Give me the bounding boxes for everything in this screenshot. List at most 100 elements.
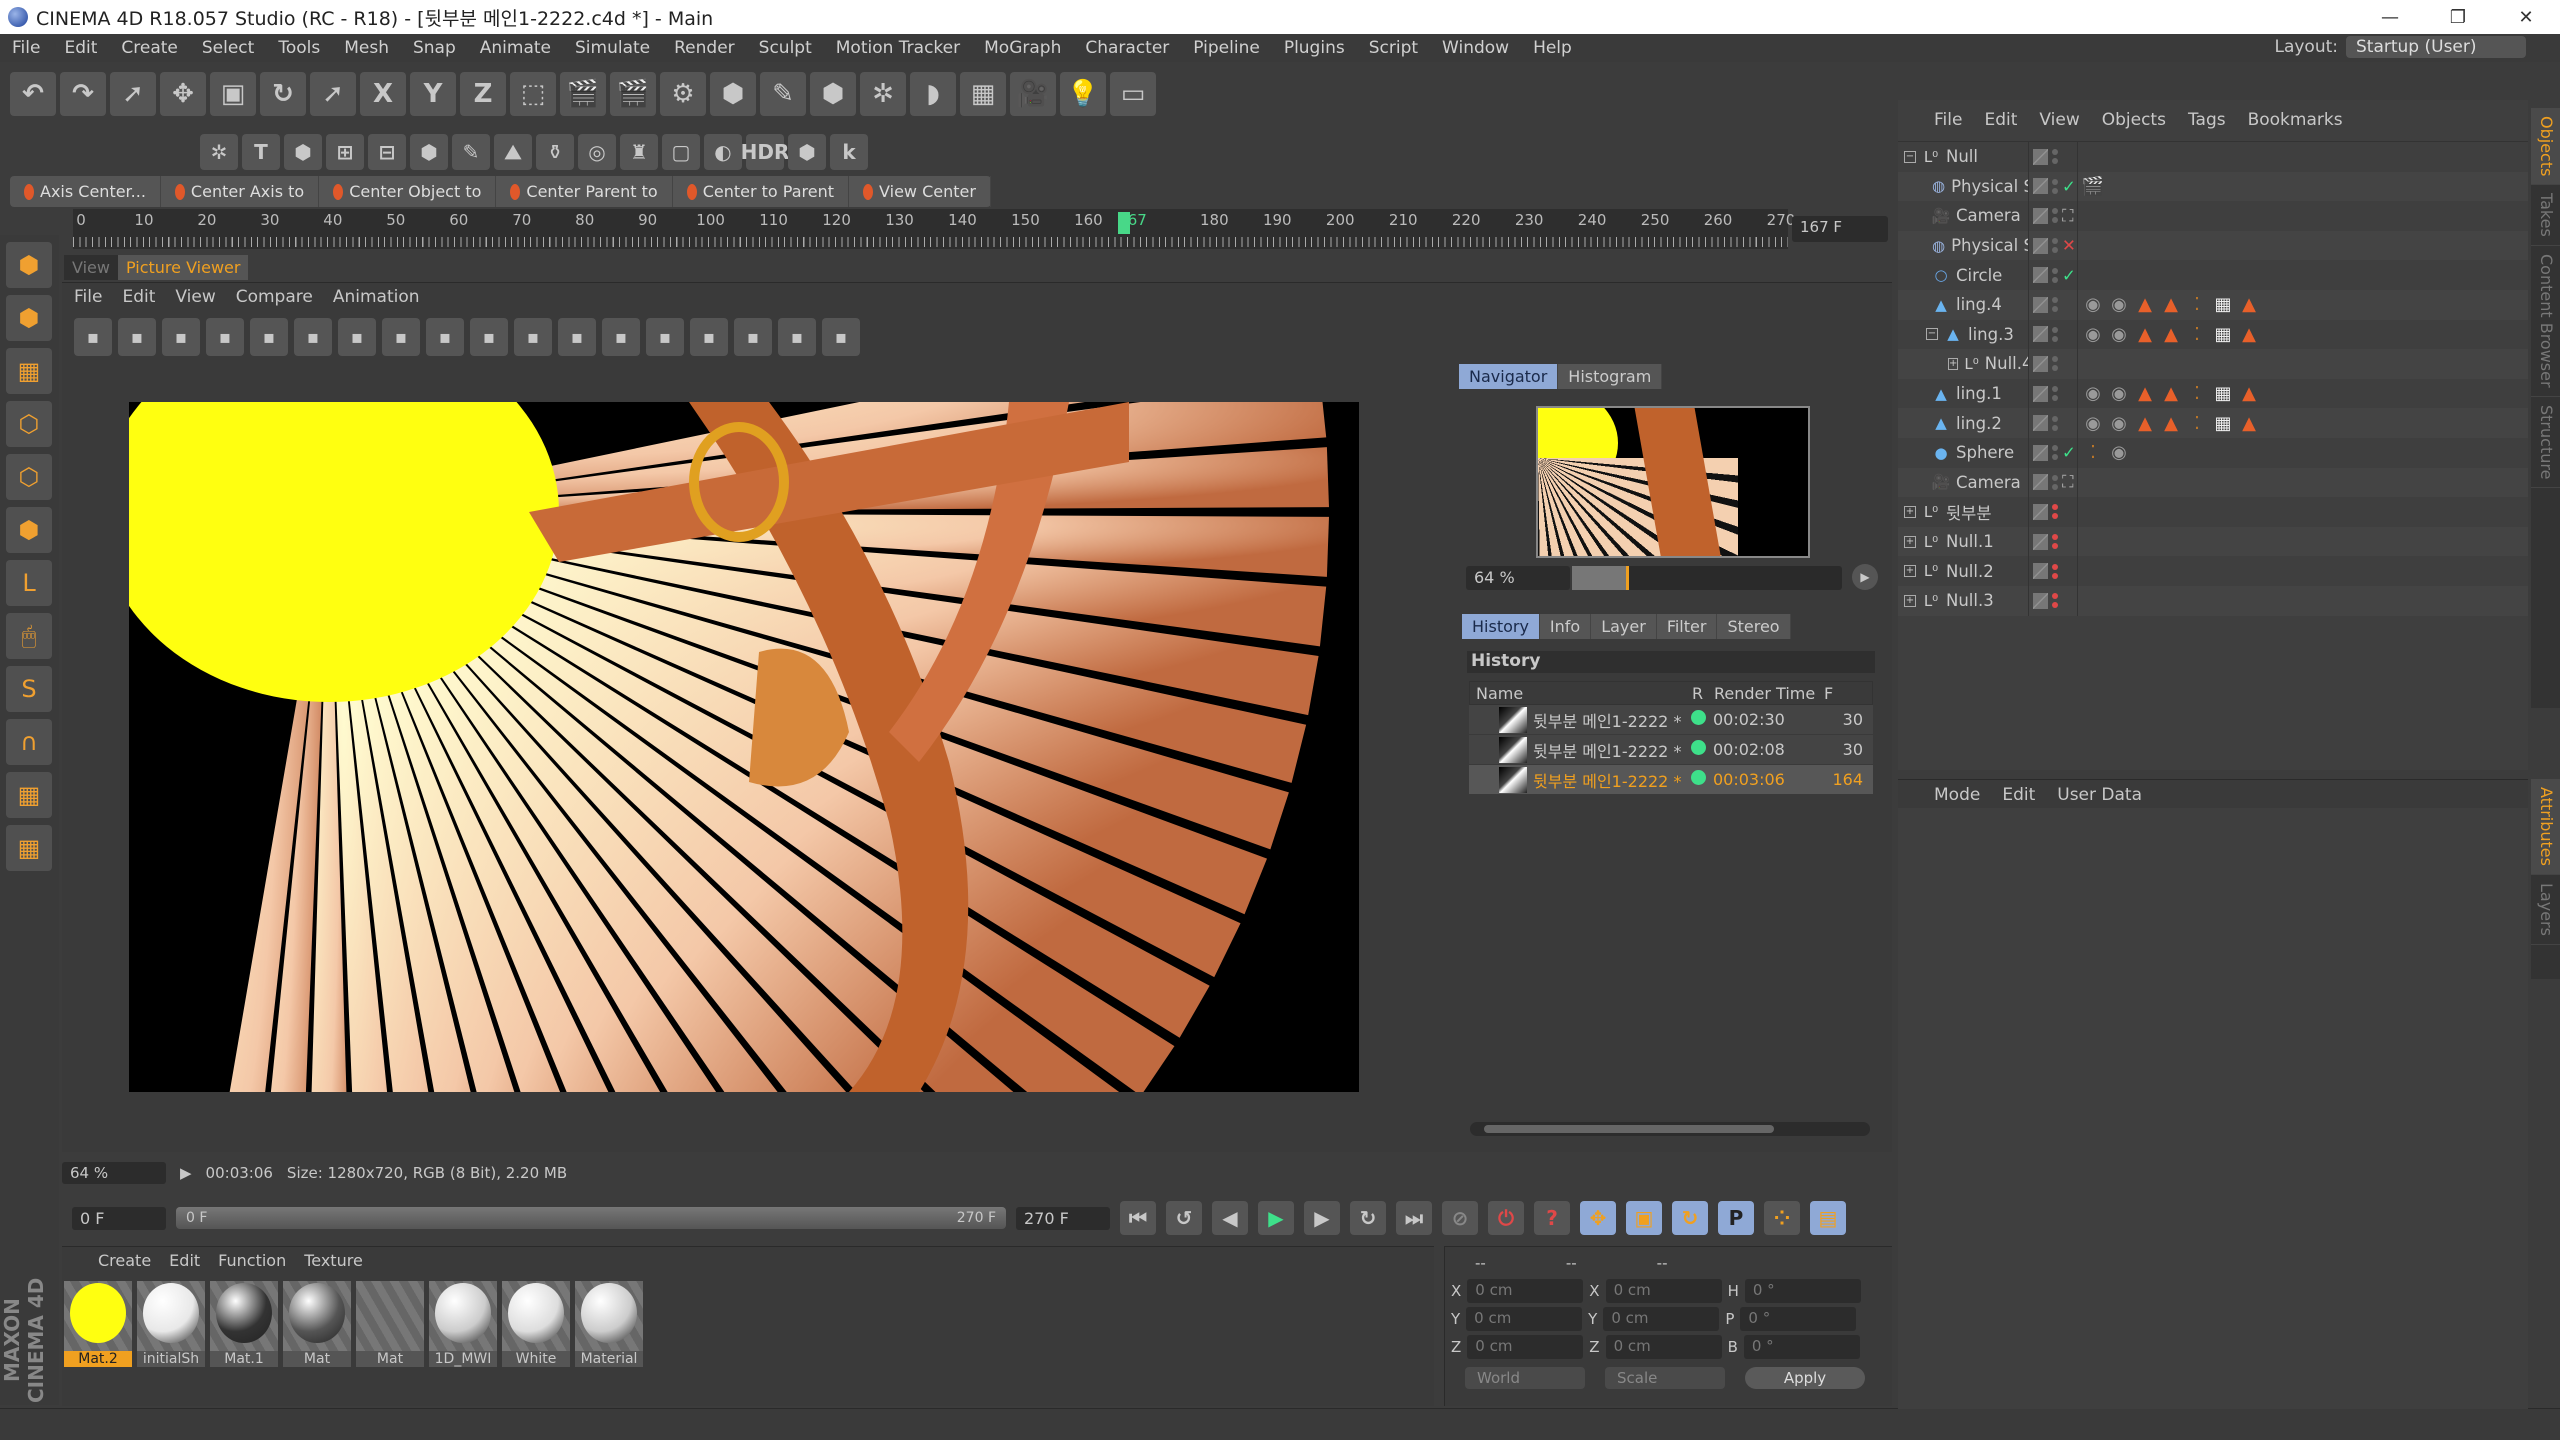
planar-workplane-icon[interactable]: ▦	[6, 825, 52, 871]
command-axis-center[interactable]: Axis Center...	[10, 176, 161, 207]
grid-icon[interactable]: ▪	[162, 318, 200, 356]
layout-select[interactable]: Startup (User)	[2346, 36, 2526, 58]
key-scale-icon[interactable]: ▣	[1626, 1201, 1662, 1235]
menu-animate[interactable]: Animate	[468, 38, 563, 58]
visibility-dots[interactable]	[2052, 415, 2058, 431]
disabled-x-icon[interactable]: ✕	[2062, 236, 2076, 255]
text-icon[interactable]: T	[242, 134, 280, 170]
menu-window[interactable]: Window	[1430, 38, 1521, 58]
menu-select[interactable]: Select	[190, 38, 266, 58]
ab-split-icon[interactable]: ▪	[558, 318, 596, 356]
menu-create[interactable]: Create	[109, 38, 190, 58]
visibility-dots[interactable]	[2052, 356, 2058, 372]
mat-tag-icon[interactable]: ◉	[2108, 412, 2130, 434]
collapse-icon[interactable]: −	[1926, 328, 1938, 341]
menu-plugins[interactable]: Plugins	[1272, 38, 1357, 58]
menu-motion-tracker[interactable]: Motion Tracker	[824, 38, 972, 58]
object-menu-objects[interactable]: Objects	[2102, 110, 2166, 131]
visibility-dots[interactable]	[2052, 326, 2058, 342]
tri-tag-icon[interactable]: ▲	[2134, 383, 2156, 405]
tab-histogram[interactable]: Histogram	[1558, 364, 1663, 389]
render-view-icon[interactable]: 🎬	[560, 72, 606, 116]
tab-view[interactable]: View	[64, 255, 118, 280]
save-icon[interactable]: ▪	[118, 318, 156, 356]
expand-icon[interactable]: +	[1904, 535, 1916, 548]
cube-icon[interactable]: ⬢	[710, 72, 756, 116]
tri-tag-icon[interactable]: ▲	[2160, 383, 2182, 405]
timeline-ruler[interactable]: 0 10 20 30 40 50 60 70 80 90 100 110 120 130 140 150 160…	[73, 209, 1795, 249]
material-swatch[interactable]: Mat.2	[64, 1281, 132, 1367]
layer-icon[interactable]	[2033, 385, 2048, 402]
tri-tag-icon[interactable]: ▲	[2160, 294, 2182, 316]
menu-mograph[interactable]: MoGraph	[972, 38, 1073, 58]
next-frame-icon[interactable]: ▶	[1304, 1201, 1340, 1235]
go-to-end-icon[interactable]: ⏭	[1396, 1201, 1432, 1235]
tri-tag-icon[interactable]: ▲	[2134, 294, 2156, 316]
layer-icon[interactable]	[2033, 592, 2048, 609]
tweak-icon[interactable]: 🖱	[6, 613, 52, 659]
apply-button[interactable]: Apply	[1745, 1367, 1865, 1389]
close-button[interactable]: ✕	[2492, 0, 2560, 34]
region-icon[interactable]: ▪	[382, 318, 420, 356]
size-field[interactable]: 0 cm	[1603, 1307, 1720, 1331]
key-rotation-icon[interactable]: ↻	[1672, 1201, 1708, 1235]
history-row[interactable]: 뒷부분 메인1-2222 * 00:03:06 164	[1469, 765, 1873, 795]
magnet-icon[interactable]: ∩	[6, 719, 52, 765]
stage-icon[interactable]: ♜	[620, 134, 658, 170]
navigator-zoom-field[interactable]: 64 %	[1466, 566, 1570, 590]
history-row[interactable]: 뒷부분 메인1-2222 * 00:02:08 30	[1469, 735, 1873, 765]
redo-icon[interactable]: ↷	[60, 72, 106, 116]
camera-icon[interactable]: 🎥	[1010, 72, 1056, 116]
tri-tag-icon[interactable]: ▲	[2134, 412, 2156, 434]
material-swatch[interactable]: Mat.1	[210, 1281, 278, 1367]
navigator-play-button[interactable]: ▶	[1852, 564, 1878, 590]
menu-snap[interactable]: Snap	[401, 38, 468, 58]
visibility-dots[interactable]	[2052, 267, 2058, 283]
previous-frame-icon[interactable]: ◀	[1212, 1201, 1248, 1235]
object-row[interactable]: ▲ ling.4 ◉ ◉ ▲ ▲ ⁚ ▦ ▲	[1898, 289, 2528, 320]
light-icon[interactable]: 💡	[1060, 72, 1106, 116]
snap-s-icon[interactable]: S	[6, 666, 52, 712]
region2-icon[interactable]: ▪	[426, 318, 464, 356]
x-axis-icon[interactable]: X	[360, 72, 406, 116]
layer-icon[interactable]	[2033, 563, 2048, 580]
tri-tag-icon[interactable]: ▲	[2238, 294, 2260, 316]
history-row[interactable]: 뒷부분 메인1-2222 * 00:02:30 30	[1469, 705, 1873, 735]
collapse-icon[interactable]: −	[1904, 150, 1916, 163]
mat-tag-icon[interactable]: ◉	[2082, 294, 2104, 316]
check-tag-icon[interactable]: ▦	[2212, 383, 2234, 405]
layer-icon[interactable]	[2033, 474, 2048, 491]
dots-tag-icon[interactable]: ⁚	[2186, 412, 2208, 434]
render-settings-icon[interactable]: ⚙	[660, 72, 706, 116]
viewer-zoom-field[interactable]: 64 %	[62, 1162, 166, 1184]
layer-icon[interactable]	[2033, 415, 2048, 432]
menu-edit[interactable]: Edit	[52, 38, 109, 58]
visibility-dots[interactable]	[2052, 504, 2058, 520]
navigator-thumbnail[interactable]	[1536, 406, 1810, 558]
tab-layer[interactable]: Layer	[1591, 614, 1657, 639]
effector-icon[interactable]: ⛰	[494, 134, 532, 170]
compare-icon[interactable]: ▪	[470, 318, 508, 356]
command-center-parent-to[interactable]: Center Parent to	[496, 176, 673, 207]
menu-mesh[interactable]: Mesh	[332, 38, 401, 58]
camera-target-icon[interactable]: ⛶	[2062, 472, 2074, 492]
dots-tag-icon[interactable]: ⁚	[2082, 442, 2104, 464]
b-icon[interactable]: ▪	[690, 318, 728, 356]
layer-icon[interactable]	[2033, 267, 2048, 284]
render-picture-viewer-icon[interactable]: 🎬	[610, 72, 656, 116]
playhead[interactable]	[1118, 212, 1131, 234]
move-icon[interactable]: ✥	[160, 72, 206, 116]
tri-tag-icon[interactable]: ▲	[2238, 323, 2260, 345]
mat-tag-icon[interactable]: ◉	[2082, 323, 2104, 345]
layer-icon[interactable]	[2033, 207, 2048, 224]
mat-tag-icon[interactable]: ◉	[2108, 294, 2130, 316]
tri-tag-icon[interactable]: ▲	[2238, 383, 2260, 405]
rotation-field[interactable]: 0 °	[1744, 1279, 1861, 1303]
col-render-time[interactable]: Render Time	[1714, 684, 1824, 703]
subdivision-icon[interactable]: ⬢	[810, 72, 856, 116]
autokey-icon[interactable]: ⏻	[1488, 1201, 1524, 1235]
deformer-icon[interactable]: ◗	[910, 72, 956, 116]
material-swatch[interactable]: Mat	[283, 1281, 351, 1367]
minimize-button[interactable]: —	[2356, 0, 2424, 34]
tab-filter[interactable]: Filter	[1656, 614, 1718, 639]
